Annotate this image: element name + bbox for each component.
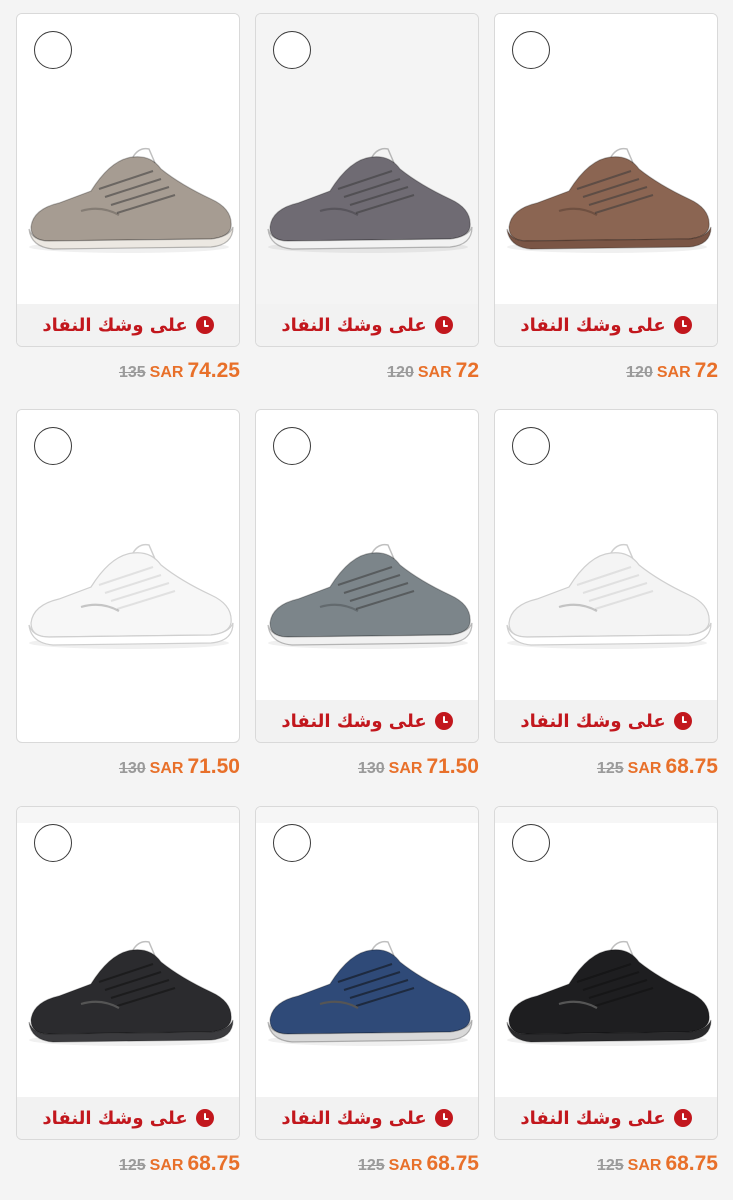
sale-price: 72 xyxy=(455,359,479,382)
price-row: 120 SAR 72 xyxy=(626,359,718,383)
shoe-image xyxy=(267,147,473,253)
clock-icon xyxy=(434,316,453,334)
select-circle-icon[interactable] xyxy=(34,427,72,465)
old-price: 135 xyxy=(118,364,146,381)
low-stock-badge: على وشك النفاد xyxy=(495,700,717,742)
clock-icon xyxy=(195,1109,214,1127)
product-card-white-slip-on[interactable]: 130 SAR 71.50 xyxy=(16,409,240,778)
old-price: 125 xyxy=(596,1157,624,1174)
shoe-image xyxy=(28,147,234,253)
product-image-container[interactable]: على وشك النفاد xyxy=(255,13,479,347)
low-stock-badge: على وشك النفاد xyxy=(495,304,717,346)
old-price: 125 xyxy=(596,760,624,777)
low-stock-label: على وشك النفاد xyxy=(520,1107,666,1129)
sale-price: 72 xyxy=(694,359,718,382)
select-circle-icon[interactable] xyxy=(273,31,311,69)
shoe-image xyxy=(506,147,712,253)
currency-label: SAR xyxy=(388,1157,423,1174)
shoe-image xyxy=(267,940,473,1046)
product-card-gray-teal-knit-sneaker[interactable]: على وشك النفاد 130 SAR 71.50 xyxy=(255,409,479,778)
price-row: 125 SAR 68.75 xyxy=(597,755,718,779)
clock-icon xyxy=(195,316,214,334)
low-stock-label: على وشك النفاد xyxy=(520,710,666,732)
currency-label: SAR xyxy=(417,364,452,381)
low-stock-label: على وشك النفاد xyxy=(281,1107,427,1129)
product-card-brown-knit-sneaker[interactable]: على وشك النفاد 120 SAR 72 xyxy=(494,13,718,382)
product-card-white-knit-sneaker[interactable]: على وشك النفاد 125 SAR 68.75 xyxy=(494,409,718,778)
select-circle-icon[interactable] xyxy=(512,31,550,69)
product-image-container[interactable]: على وشك النفاد xyxy=(494,806,718,1140)
product-card-black-leather-sneaker[interactable]: على وشك النفاد 125 SAR 68.75 xyxy=(16,806,240,1175)
sale-price: 68.75 xyxy=(187,1152,240,1175)
low-stock-label: على وشك النفاد xyxy=(281,314,427,336)
low-stock-label: على وشك النفاد xyxy=(42,1107,188,1129)
old-price: 130 xyxy=(118,760,146,777)
price-row: 130 SAR 71.50 xyxy=(358,755,479,779)
product-image-container[interactable]: على وشك النفاد xyxy=(255,409,479,743)
sale-price: 68.75 xyxy=(426,1152,479,1175)
product-grid: على وشك النفاد 120 SAR 72 على وشك النفاد xyxy=(0,0,733,1200)
low-stock-label: على وشك النفاد xyxy=(42,314,188,336)
product-card-black-knit-sneaker[interactable]: على وشك النفاد 125 SAR 68.75 xyxy=(494,806,718,1175)
price-row: 120 SAR 72 xyxy=(387,359,479,383)
select-circle-icon[interactable] xyxy=(512,824,550,862)
low-stock-label: على وشك النفاد xyxy=(281,710,427,732)
product-image-container[interactable]: على وشك النفاد xyxy=(16,13,240,347)
select-circle-icon[interactable] xyxy=(273,824,311,862)
currency-label: SAR xyxy=(149,760,184,777)
clock-icon xyxy=(434,712,453,730)
shoe-image xyxy=(267,543,473,649)
product-card-gray-mesh-sneaker[interactable]: على وشك النفاد 120 SAR 72 xyxy=(255,13,479,382)
price-row: 125 SAR 68.75 xyxy=(597,1152,718,1176)
currency-label: SAR xyxy=(388,760,423,777)
currency-label: SAR xyxy=(149,364,184,381)
sale-price: 68.75 xyxy=(665,755,718,778)
clock-icon xyxy=(673,712,692,730)
select-circle-icon[interactable] xyxy=(512,427,550,465)
low-stock-badge: على وشك النفاد xyxy=(256,304,478,346)
sale-price: 71.50 xyxy=(426,755,479,778)
low-stock-badge: على وشك النفاد xyxy=(17,1097,239,1139)
old-price: 125 xyxy=(357,1157,385,1174)
select-circle-icon[interactable] xyxy=(34,31,72,69)
sale-price: 68.75 xyxy=(665,1152,718,1175)
product-image-container[interactable]: على وشك النفاد xyxy=(16,806,240,1140)
old-price: 120 xyxy=(626,364,653,381)
product-image-container[interactable] xyxy=(16,409,240,743)
currency-label: SAR xyxy=(149,1157,184,1174)
low-stock-badge: على وشك النفاد xyxy=(495,1097,717,1139)
shoe-image xyxy=(506,543,712,649)
low-stock-badge: على وشك النفاد xyxy=(17,304,239,346)
old-price: 130 xyxy=(357,760,385,777)
shoe-image xyxy=(28,543,234,649)
price-row: 125 SAR 68.75 xyxy=(119,1152,240,1176)
price-row: 130 SAR 71.50 xyxy=(119,755,240,779)
currency-label: SAR xyxy=(627,760,662,777)
low-stock-label: على وشك النفاد xyxy=(520,314,666,336)
clock-icon xyxy=(434,1109,453,1127)
low-stock-badge: على وشك النفاد xyxy=(256,700,478,742)
old-price: 125 xyxy=(118,1157,146,1174)
product-image-container[interactable]: على وشك النفاد xyxy=(255,806,479,1140)
shoe-image xyxy=(506,940,712,1046)
select-circle-icon[interactable] xyxy=(273,427,311,465)
clock-icon xyxy=(673,1109,692,1127)
old-price: 120 xyxy=(387,364,414,381)
price-row: 125 SAR 68.75 xyxy=(358,1152,479,1176)
product-image-container[interactable]: على وشك النفاد xyxy=(494,409,718,743)
low-stock-badge: على وشك النفاد xyxy=(256,1097,478,1139)
product-card-navy-runner[interactable]: على وشك النفاد 125 SAR 68.75 xyxy=(255,806,479,1175)
clock-icon xyxy=(673,316,692,334)
product-card-taupe-sneaker[interactable]: على وشك النفاد 135 SAR 74.25 xyxy=(16,13,240,382)
select-circle-icon[interactable] xyxy=(34,824,72,862)
sale-price: 71.50 xyxy=(187,755,240,778)
product-image-container[interactable]: على وشك النفاد xyxy=(494,13,718,347)
currency-label: SAR xyxy=(627,1157,662,1174)
shoe-image xyxy=(28,940,234,1046)
currency-label: SAR xyxy=(656,364,691,381)
sale-price: 74.25 xyxy=(187,359,240,382)
price-row: 135 SAR 74.25 xyxy=(119,359,240,383)
